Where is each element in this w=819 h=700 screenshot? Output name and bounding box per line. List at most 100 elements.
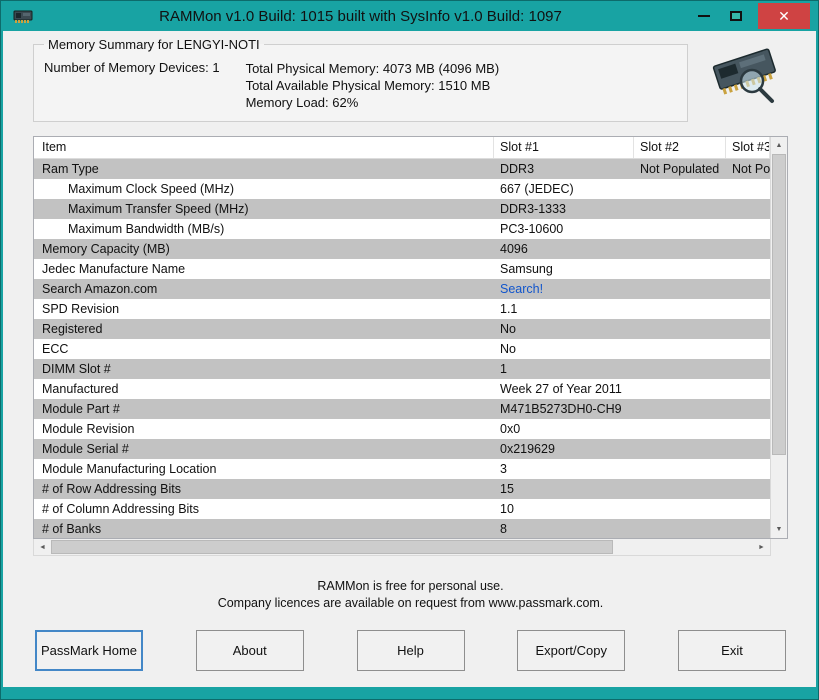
column-header-slot2[interactable]: Slot #2 [634,137,726,158]
slot1-cell: 1 [500,362,507,376]
horizontal-scrollbar[interactable]: ◄ ► [33,539,771,556]
table-row: Search Amazon.com Search! [34,279,770,299]
slot2-cell [634,439,726,459]
item-cell: Maximum Clock Speed (MHz) [68,182,235,196]
maximize-icon [730,11,742,21]
action-button-row: PassMark Home About Help Export/Copy Exi… [35,630,786,671]
window-title: RAMMon v1.0 Build: 1015 built with SysIn… [159,7,562,25]
scroll-down-button[interactable]: ▼ [771,521,787,538]
slot1-cell: 4096 [500,242,528,256]
table-row: Module Revision 0x0 [34,419,770,439]
slot3-cell [726,299,770,319]
table-row: Maximum Transfer Speed (MHz) DDR3-1333 [34,199,770,219]
slot2-cell [634,359,726,379]
memory-summary-legend: Memory Summary for LENGYI-NOTI [48,37,260,52]
slot2-cell [634,499,726,519]
vertical-scroll-track[interactable] [771,154,787,521]
ram-chip-magnifier-icon [702,37,788,111]
slot1-cell: 0x219629 [500,442,555,456]
memory-load-label: Memory Load: 62% [245,95,359,110]
license-note-line2: Company licences are available on reques… [217,596,604,610]
total-physical-memory-label: Total Physical Memory: 4073 MB (4096 MB) [245,61,500,76]
item-cell: # of Row Addressing Bits [42,482,181,496]
slot1-cell: No [500,342,516,356]
slot1-cell: No [500,322,516,336]
table-row: # of Column Addressing Bits 10 [34,499,770,519]
slot2-cell [634,259,726,279]
item-cell: SPD Revision [42,302,120,316]
scroll-right-button[interactable]: ► [753,539,770,555]
item-cell: Search Amazon.com [42,282,158,296]
table-row: Module Part # M471B5273DH0-CH9 [34,399,770,419]
passmark-home-button[interactable]: PassMark Home [35,630,143,671]
vertical-scroll-thumb[interactable] [772,154,786,455]
table-row: Module Manufacturing Location 3 [34,459,770,479]
item-cell: Jedec Manufacture Name [42,262,186,276]
slot3-cell [726,279,770,299]
item-cell: Manufactured [42,382,119,396]
slot3-cell: Not Populated [732,162,770,176]
slot3-cell [726,519,770,538]
slot1-cell: 10 [500,502,514,516]
content-area: Memory Summary for LENGYI-NOTI Number of… [3,31,816,687]
slot2-cell [634,339,726,359]
exit-button[interactable]: Exit [678,630,786,671]
about-button[interactable]: About [195,630,304,671]
memory-summary-groupbox: Memory Summary for LENGYI-NOTI Number of… [33,37,688,122]
slot1-cell: Week 27 of Year 2011 [500,382,622,396]
horizontal-scroll-track[interactable] [51,539,753,555]
table-header-row: Item Slot #1 Slot #2 Slot #3 [34,137,770,159]
titlebar[interactable]: RAMMon v1.0 Build: 1015 built with SysIn… [3,1,816,31]
slot3-cell [726,399,770,419]
maximize-button[interactable] [720,4,752,28]
slot2-cell [634,219,726,239]
slot3-cell [726,339,770,359]
memory-summary-lines: Total Physical Memory: 4073 MB (4096 MB)… [246,60,500,111]
slot3-cell [726,419,770,439]
table-row: Memory Capacity (MB) 4096 [34,239,770,259]
slot1-cell: 1.1 [500,302,518,316]
slot3-cell [726,359,770,379]
slot1-cell: 8 [500,522,507,536]
slot2-cell [634,279,726,299]
item-cell: Maximum Transfer Speed (MHz) [68,202,249,216]
item-cell: Maximum Bandwidth (MB/s) [68,222,225,236]
item-cell: Ram Type [42,162,99,176]
scroll-up-button[interactable]: ▲ [771,137,787,154]
app-window: RAMMon v1.0 Build: 1015 built with SysIn… [0,0,819,700]
item-cell: Module Part # [42,402,120,416]
table-row: DIMM Slot # 1 [34,359,770,379]
slot1-cell: Samsung [500,262,553,276]
slot2-cell [634,319,726,339]
table-row: Module Serial # 0x219629 [34,439,770,459]
close-button[interactable]: ✕ [758,3,810,29]
column-header-slot3[interactable]: Slot #3 [726,137,770,158]
export-copy-button[interactable]: Export/Copy [517,630,626,671]
ram-chip-icon [13,10,33,23]
memory-devices-label: Number of Memory Devices: 1 [44,60,220,75]
table-row: Maximum Clock Speed (MHz) 667 (JEDEC) [34,179,770,199]
slot1-cell: DDR3-1333 [500,202,567,216]
column-header-item[interactable]: Item [34,137,494,158]
slot2-cell [634,239,726,259]
slot3-cell [726,219,770,239]
scroll-left-button[interactable]: ◄ [34,539,51,555]
minimize-button[interactable] [688,4,720,28]
slot1-cell: 0x0 [500,422,521,436]
table-row: ECC No [34,339,770,359]
table-row: Registered No [34,319,770,339]
slot3-cell [726,179,770,199]
horizontal-scroll-thumb[interactable] [51,540,613,554]
slot1-cell: 15 [500,482,514,496]
minimize-icon [698,15,710,17]
table-row: Ram Type DDR3 Not Populated Not Populated [34,159,770,179]
slot1-cell: M471B5273DH0-CH9 [500,402,622,416]
ram-info-table: Item Slot #1 Slot #2 Slot #3 Ram Type DDR… [33,136,788,556]
table-row: Jedec Manufacture Name Samsung [34,259,770,279]
vertical-scrollbar[interactable]: ▲ ▼ [770,137,787,538]
amazon-search-link[interactable]: Search! [494,279,634,299]
help-button[interactable]: Help [356,630,465,671]
table-row: Manufactured Week 27 of Year 2011 [34,379,770,399]
column-header-slot1[interactable]: Slot #1 [494,137,634,158]
table-row: # of Banks 8 [34,519,770,538]
